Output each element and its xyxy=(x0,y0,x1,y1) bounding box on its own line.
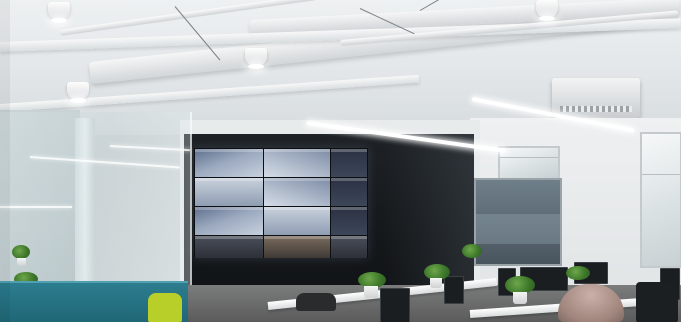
ceiling-ac-unit xyxy=(552,78,640,118)
office-chair xyxy=(636,282,678,322)
glass-reflection xyxy=(0,206,72,208)
video-tile xyxy=(331,236,367,258)
plant-leaves xyxy=(12,245,30,259)
video-tile xyxy=(195,207,263,235)
glass-partition xyxy=(0,112,192,292)
lime-chair xyxy=(148,293,182,322)
interior-window xyxy=(474,178,562,266)
window xyxy=(640,132,681,268)
video-tile xyxy=(331,149,367,177)
ceiling-spotlight xyxy=(48,2,70,23)
video-tile xyxy=(195,236,263,258)
plant-pot xyxy=(17,258,26,266)
video-tile xyxy=(195,149,263,177)
plant-pot xyxy=(430,278,442,288)
video-tile xyxy=(195,178,263,206)
video-tile xyxy=(331,207,367,235)
monitor xyxy=(444,276,464,304)
video-tile xyxy=(331,178,367,206)
plant-leaves xyxy=(566,266,590,280)
ceiling-spotlight xyxy=(536,0,558,21)
video-tile xyxy=(264,178,330,206)
ceiling-spotlight xyxy=(67,82,89,103)
office-photo xyxy=(0,0,681,322)
bag xyxy=(296,293,336,311)
ceiling-spotlight xyxy=(245,48,267,69)
plant-leaves xyxy=(462,244,482,258)
vignette xyxy=(0,0,10,322)
video-tile xyxy=(264,236,330,258)
video-tile xyxy=(264,207,330,235)
monitor xyxy=(380,288,410,322)
window xyxy=(498,146,560,180)
video-wall xyxy=(194,148,368,258)
plant-pot xyxy=(364,286,378,298)
plant-pot xyxy=(513,292,527,304)
video-tile xyxy=(264,149,330,177)
